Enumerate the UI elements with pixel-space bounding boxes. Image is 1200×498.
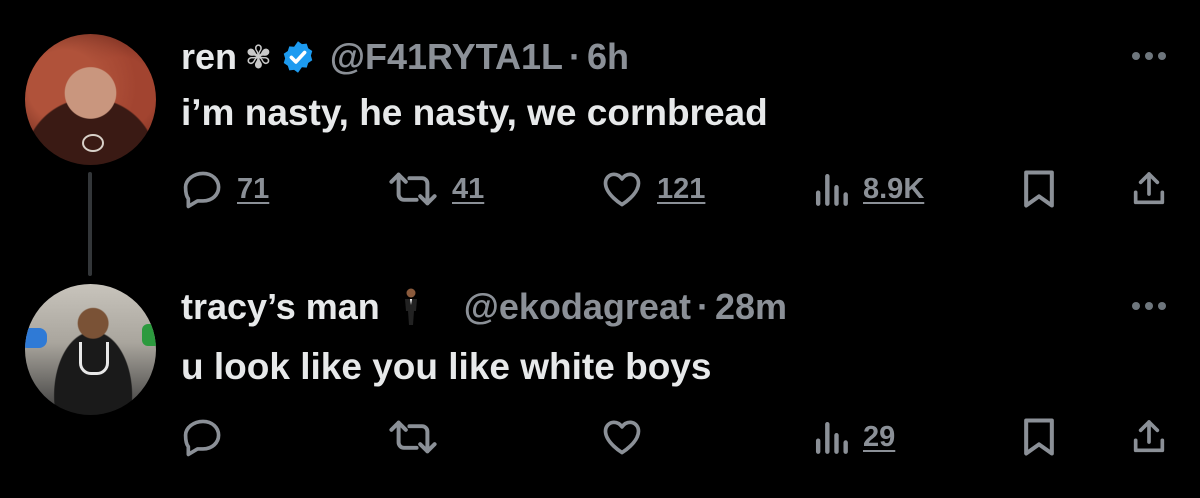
bookmark-icon [1024, 418, 1054, 456]
reply-icon [183, 171, 221, 209]
tweet-header: tracy’s man @ekodagreat · 28m [181, 284, 787, 330]
reply-icon [183, 419, 221, 457]
share-icon [1133, 420, 1165, 453]
more-icon[interactable] [1130, 300, 1168, 312]
views-count[interactable]: 29 [863, 421, 895, 454]
avatar[interactable] [25, 34, 156, 165]
like-icon [603, 172, 641, 207]
action-bar: 71 41 121 8.9K [181, 164, 1181, 214]
bookmark-icon [1024, 170, 1054, 208]
separator-dot: · [568, 36, 581, 77]
bookmark-button[interactable] [1019, 164, 1059, 214]
more-icon[interactable] [1130, 50, 1168, 62]
tweet-header: ren ✾ @F41RYTA1L · 6h [181, 34, 629, 80]
name-emoji: ✾ [245, 39, 272, 75]
display-name[interactable]: ren [181, 36, 237, 78]
retweet-icon [389, 172, 437, 206]
retweet-icon [389, 420, 437, 454]
share-button[interactable] [1129, 412, 1169, 462]
tweet-text: u look like you like white boys [181, 346, 712, 387]
like-button[interactable]: 121 [599, 164, 705, 214]
handle[interactable]: @ekodagreat [464, 286, 691, 328]
handle[interactable]: @F41RYTA1L [330, 36, 563, 78]
separator-dot: · [696, 286, 709, 327]
verified-badge-icon [283, 41, 313, 73]
tweet[interactable]: tracy’s man @ekodagreat · 28m u look lik… [0, 250, 1200, 498]
retweet-count[interactable]: 41 [452, 173, 484, 206]
retweet-button[interactable]: 41 [386, 164, 484, 214]
share-icon [1133, 172, 1165, 205]
like-icon [603, 420, 641, 455]
timestamp[interactable]: 28m [715, 286, 787, 328]
timestamp[interactable]: 6h [587, 36, 629, 78]
reply-count[interactable]: 71 [237, 173, 269, 206]
action-bar: 29 [181, 412, 1181, 462]
bookmark-button[interactable] [1019, 412, 1059, 462]
views-button[interactable]: 29 [811, 412, 895, 462]
reply-button[interactable]: 71 [181, 164, 269, 214]
share-button[interactable] [1129, 164, 1169, 214]
views-button[interactable]: 8.9K [811, 164, 924, 214]
reply-button[interactable] [181, 412, 225, 462]
views-icon [815, 421, 848, 454]
views-count[interactable]: 8.9K [863, 173, 924, 206]
tweet-text: i’m nasty, he nasty, we cornbread [181, 92, 768, 133]
views-icon [815, 173, 848, 206]
retweet-button[interactable] [386, 412, 440, 462]
like-button[interactable] [599, 412, 645, 462]
tweet[interactable]: ren ✾ @F41RYTA1L · 6h i’m nasty, he nast… [0, 0, 1200, 276]
display-name[interactable]: tracy’s man [181, 286, 380, 328]
man-in-suit-emoji-icon [404, 288, 417, 325]
avatar[interactable] [25, 284, 156, 415]
like-count[interactable]: 121 [657, 173, 705, 206]
